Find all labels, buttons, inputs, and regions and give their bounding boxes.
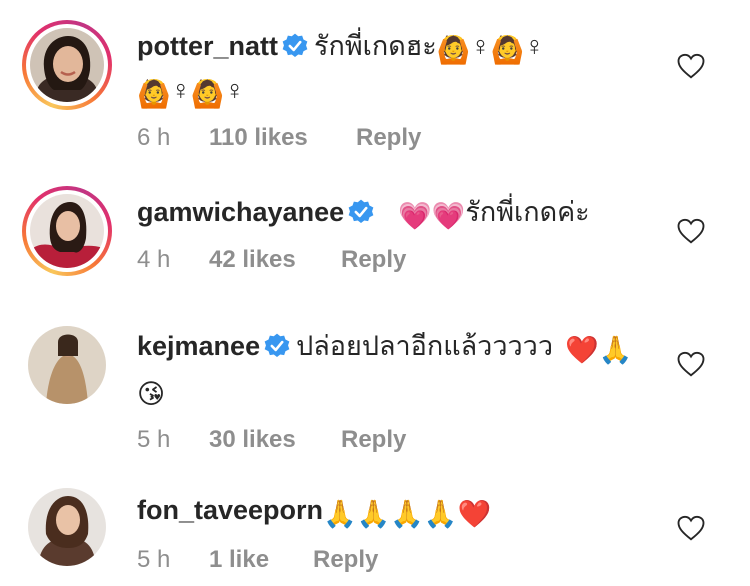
emoji-woman-gesturing-ok: 🙆 [490,35,525,65]
emoji-growing-heart: 💗 [431,201,466,231]
comment-likes[interactable]: 1 like [209,546,313,574]
avatar-story-ring[interactable] [22,20,112,110]
comment-time: 4 h [137,246,171,273]
comment-time: 5 h [137,426,171,453]
avatar-container[interactable] [22,482,112,572]
emoji-zwj-female-sign: ‍♀ [224,75,245,105]
comment-username[interactable]: gamwichayanee [137,197,344,227]
emoji-woman-gesturing-ok: 🙆 [190,79,225,109]
heart-outline-icon[interactable] [676,514,706,542]
heart-outline-icon[interactable] [676,350,706,378]
emoji-zwj-female-sign: ‍♀ [524,31,545,61]
comment-time: 6 h [137,124,171,151]
comment-username[interactable]: kejmanee [137,331,260,361]
reply-button[interactable]: Reply [356,124,421,152]
comment-time: 5 h [137,546,171,573]
avatar [30,28,104,102]
avatar-story-ring[interactable] [22,186,112,276]
avatar [28,326,106,404]
emoji-red-heart: ❤️ [564,335,599,365]
comment-text: รักพี่เกดฮะ [314,31,437,61]
verified-badge-icon [264,333,290,359]
emoji-woman-gesturing-ok: 🙆 [137,79,171,109]
verified-badge-icon [282,33,308,59]
comment-username[interactable]: fon_taveeporn [137,495,323,525]
comment-username[interactable]: potter_natt [137,31,278,61]
emoji-red-heart: ❤️ [457,499,492,529]
emoji-folded-hands: 🙏 [423,499,458,529]
comment-meta: 6 h 110 likes Reply [137,124,680,152]
heart-outline-icon[interactable] [676,217,706,245]
emoji-folded-hands: 🙏 [390,499,424,529]
emoji-folded-hands: 🙏 [356,499,391,529]
emoji-woman-gesturing-ok: 🙆 [436,35,471,65]
emoji-zwj-female-sign: ‍♀ [170,75,191,105]
verified-badge-icon [348,199,374,225]
comment-likes[interactable]: 30 likes [209,426,341,454]
comment-meta: 5 h 1 like Reply [137,546,680,574]
reply-button[interactable]: Reply [341,426,406,454]
emoji-folded-hands: 🙏 [323,499,357,529]
emoji-growing-heart: 💗 [398,201,432,231]
heart-outline-icon[interactable] [676,52,706,80]
comment-meta: 4 h 42 likes Reply [137,246,680,274]
emoji-folded-hands: 🙏 [598,335,633,365]
comment-likes[interactable]: 110 likes [209,124,356,152]
reply-button[interactable]: Reply [313,546,378,574]
emoji-face-blowing-kiss: 😘 [137,379,166,409]
reply-button[interactable]: Reply [341,246,406,274]
emoji-zwj-female-sign: ‍♀ [470,31,491,61]
avatar [28,488,106,566]
comment-text: ปล่อยปลาอีกแล้ววววว [296,331,553,361]
comment-likes[interactable]: 42 likes [209,246,341,274]
avatar [30,194,104,268]
comment-meta: 5 h 30 likes Reply [137,426,680,454]
comment-text: รักพี่เกดค่ะ [465,197,590,227]
avatar-container[interactable] [22,320,112,410]
